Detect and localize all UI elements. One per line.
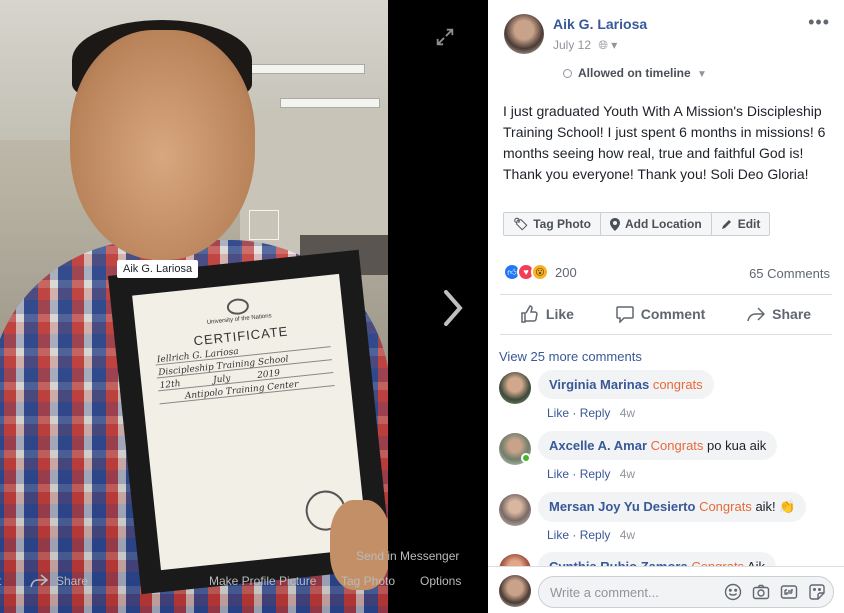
comment-meta: Like · Reply 4w [547,406,636,420]
comment-like-link[interactable]: Like [547,467,569,481]
share-arrow-icon [30,574,48,588]
comment-tag-word: congrats [652,377,703,392]
commenter-name[interactable]: Axcelle A. Amar [549,438,647,453]
ceiling-light [280,98,380,108]
university-logo [226,297,250,316]
post-caption: I just graduated Youth With A Mission's … [503,103,826,182]
face [70,30,255,260]
comment-meta: Like · Reply 4w [547,528,636,542]
post-actions: Like Comment Share [500,298,832,330]
photo-bottom-bar: t Share Make Profile Picture Tag Photo O… [0,570,488,595]
edit-button[interactable]: Edit [712,213,770,235]
comment-tag-word: Congrats [699,499,752,514]
comment-bubble: Axcelle A. Amar Congrats po kua aik [538,431,778,460]
pencil-icon [721,220,731,229]
comment-like-link[interactable]: Like [547,406,569,420]
audience-globe-icon[interactable]: 🌐︎ ▾ [598,38,617,52]
cert-month: July [212,373,232,386]
ceiling-light [245,64,365,74]
camera-icon[interactable] [752,583,770,601]
author-name[interactable]: Aik G. Lariosa [553,16,647,32]
more-options-icon[interactable]: ••• [808,12,830,33]
thumbs-up-icon [521,305,538,323]
comment-tag-word: Congrats [650,438,704,453]
online-status-dot [521,453,531,463]
expand-icon[interactable] [434,26,456,48]
reactions-summary[interactable]: 👍︎ ♥ 😮︎ 200 [503,262,577,282]
options-button[interactable]: Options [420,574,461,588]
comment-label: Comment [640,306,706,322]
cert-year: 2019 [256,368,281,381]
tag-photo-bottom-button[interactable]: Tag Photo [341,574,395,588]
photo-tag-label[interactable]: Aik G. Lariosa [117,260,199,278]
emoji-icon[interactable] [724,583,742,601]
comments-count[interactable]: 65 Comments [749,266,830,281]
photo-viewer: University of the Nations CERTIFICATE Ie… [0,0,488,613]
post-date-text[interactable]: July 12 [553,38,591,52]
allowed-label: Allowed on timeline [578,66,691,80]
send-in-messenger-button[interactable]: Send in Messenger [356,549,459,563]
comment-button[interactable]: Comment [616,305,706,323]
comment-bubble: Virginia Marinas congrats [538,370,714,399]
comment-bubble-icon [616,305,634,323]
edit-label: Edit [737,217,761,231]
tag-photo-button[interactable]: 🏷︎ Tag Photo [504,213,602,235]
composer-avatar [499,575,531,607]
comment-reply-link[interactable]: Reply [580,406,611,420]
photo[interactable]: University of the Nations CERTIFICATE Ie… [0,0,388,613]
gif-icon[interactable] [780,583,798,601]
like-button[interactable]: Like [521,305,574,323]
commenter-avatar[interactable] [499,494,531,526]
comment-time[interactable]: 4w [620,528,635,542]
reactions-count[interactable]: 200 [555,265,577,280]
add-location-button[interactable]: Add Location [601,213,712,235]
add-location-label: Add Location [625,217,702,231]
comment-reply-link[interactable]: Reply [580,528,611,542]
post-side-panel: Aik G. Lariosa July 12 🌐︎ ▾ ••• Allowed … [488,0,844,613]
comment-like-link[interactable]: Like [547,528,569,542]
share-photo-button[interactable]: Share [30,574,88,588]
tag-photo-label: Tag Photo [533,217,592,231]
make-profile-picture-button[interactable]: Make Profile Picture [209,574,316,588]
commenter-avatar[interactable] [499,372,531,404]
comment-composer: Write a comment... [488,566,844,613]
comment-time[interactable]: 4w [620,406,635,420]
circle-icon [563,69,572,78]
view-more-comments-link[interactable]: View 25 more comments [499,349,642,364]
comment-meta: Like · Reply 4w [547,467,636,481]
timeline-visibility[interactable]: Allowed on timeline ▼ [563,66,707,80]
post-date: July 12 🌐︎ ▾ [553,38,617,53]
chevron-down-icon: ▼ [697,69,707,80]
composer-icons [724,583,826,601]
tag-icon: 🏷︎ [513,217,529,231]
comment-bubble: Mersan Joy Yu Desierto Congrats aik! 👏 [538,492,807,522]
comment-item: Virginia Marinas congrats Like · Reply 4… [499,370,834,426]
like-label: Like [545,306,574,322]
commenter-name[interactable]: Mersan Joy Yu Desierto [549,499,695,514]
share-button[interactable]: Share [747,306,811,322]
location-pin-icon [610,217,621,231]
comment-reply-link[interactable]: Reply [580,467,611,481]
comment-item: Mersan Joy Yu Desierto Congrats aik! 👏 L… [499,492,834,548]
bottom-edge-glyph: t [0,574,1,588]
share-photo-label: Share [56,574,89,588]
face-tag-box[interactable] [249,210,279,240]
share-label: Share [772,306,812,322]
comment-item: Axcelle A. Amar Congrats po kua aik Like… [499,431,834,487]
photo-tag-toolbar: 🏷︎ Tag Photo Add Location Edit [503,212,771,236]
wow-reaction-icon: 😮︎ [531,263,549,281]
author-avatar[interactable] [504,14,544,54]
share-icon [747,306,766,321]
cert-day: 12th [159,379,182,392]
commenter-name[interactable]: Virginia Marinas [549,377,649,392]
comment-time[interactable]: 4w [620,467,635,481]
next-photo-icon[interactable] [438,286,468,330]
sticker-icon[interactable] [808,583,826,601]
comment-text: aik! 👏 [755,499,796,514]
comment-text: po kua aik [707,438,767,453]
